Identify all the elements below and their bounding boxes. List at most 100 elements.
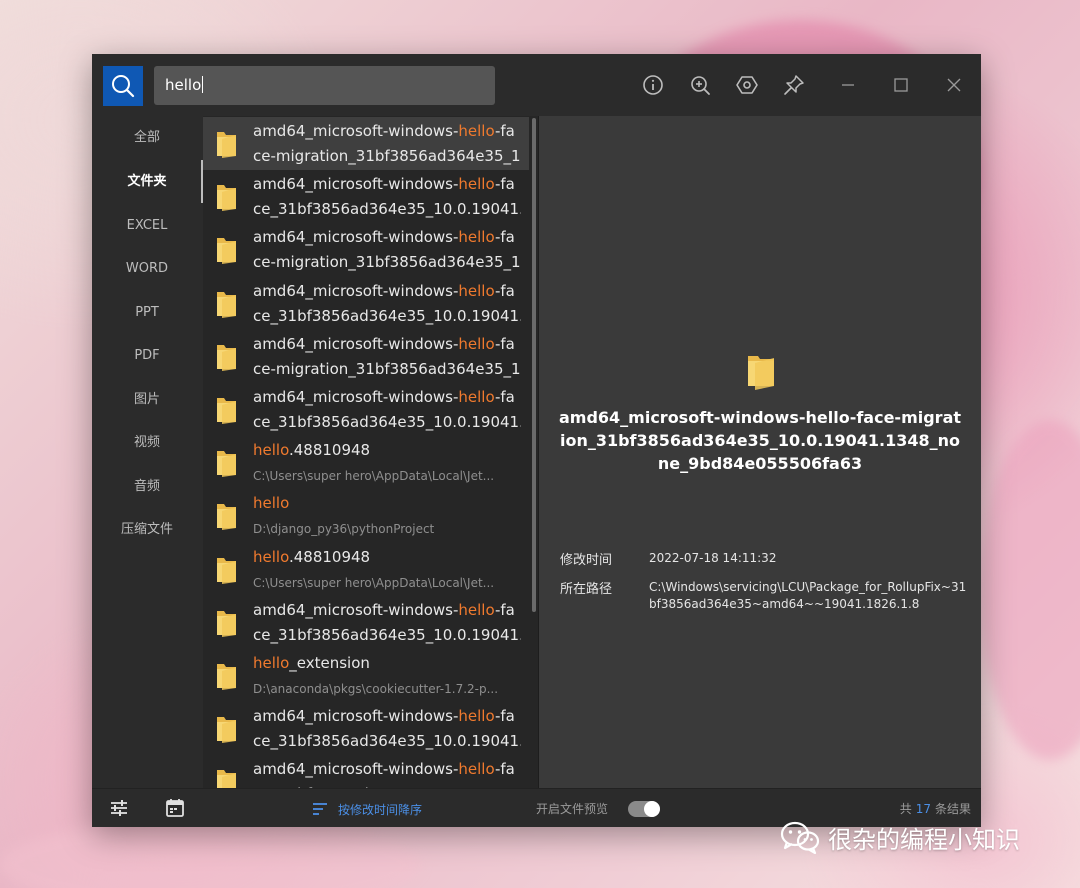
folder-icon [217, 451, 236, 478]
sidebar-item-images[interactable]: 图片 [92, 378, 202, 421]
sidebar-item-archives[interactable]: 压缩文件 [92, 508, 202, 551]
background-blob [980, 420, 1080, 760]
folder-icon [217, 291, 236, 318]
result-name-prefix: amd64_microsoft-windows- [253, 760, 459, 779]
result-item[interactable]: amd64_microsoft-windows-hello-fa ce_31bf3… [203, 277, 529, 330]
result-name: amd64_microsoft-windows-hello-fa [253, 386, 521, 408]
preview-toggle[interactable] [628, 801, 660, 817]
result-name-match: hello [458, 760, 495, 779]
watermark: 很杂的编程小知识 [780, 817, 1020, 857]
preview-file-name: amd64_microsoft-windows-hello-face-migra… [558, 408, 962, 473]
result-name-match: hello [458, 334, 495, 353]
result-name: amd64_microsoft-windows-hello-fa [253, 599, 521, 621]
result-name-match: hello [458, 707, 495, 726]
result-item[interactable]: hello.48810948 C:\Users\super hero\AppDat… [203, 543, 529, 596]
result-item[interactable]: hello D:\django_py36\pythonProject [203, 489, 529, 542]
sidebar-item-audio[interactable]: 音频 [92, 465, 202, 508]
result-name-continued: ce-migration_31bf3856ad364e35_1 [253, 147, 521, 165]
sort-icon [313, 803, 327, 815]
result-item[interactable]: amd64_microsoft-windows-hello-fa ce-migra… [203, 223, 529, 276]
result-name-match: hello [253, 441, 289, 460]
result-name-prefix: amd64_microsoft-windows- [253, 707, 459, 726]
search-button[interactable] [103, 66, 143, 106]
result-name-continued: ce_31bf3856ad364e35_10.0.19041. [253, 625, 521, 644]
modified-time-label: 修改时间 [560, 553, 613, 568]
result-name-prefix: amd64_microsoft-windows- [253, 122, 459, 140]
result-item[interactable]: amd64_microsoft-windows-hello-fa ce-migra… [203, 330, 529, 383]
result-item[interactable]: amd64_microsoft-windows-hello-fa ce_31bf3… [203, 383, 529, 436]
filter-button[interactable] [108, 797, 130, 819]
background-blob [0, 820, 420, 888]
info-button[interactable] [641, 73, 665, 97]
close-button[interactable] [942, 73, 966, 97]
category-sidebar: 全部 文件夹 EXCEL WORD PPT PDF 图片 视频 音频 压缩文件 [92, 116, 203, 788]
sort-button[interactable]: 按修改时间降序 [312, 799, 422, 819]
results-scrollbar[interactable] [529, 116, 538, 788]
result-name-match: hello [253, 494, 290, 513]
sidebar-item-pdf[interactable]: PDF [92, 334, 202, 377]
result-item[interactable]: amd64_microsoft-windows-hello-fa ce-migra… [203, 117, 529, 170]
zoom-button[interactable] [688, 73, 712, 97]
minimize-button[interactable] [836, 73, 860, 97]
result-item[interactable]: hello.48810948 C:\Users\super hero\AppDat… [203, 436, 529, 489]
folder-icon [217, 344, 236, 371]
search-input[interactable]: hello [154, 66, 495, 105]
folder-icon [217, 717, 236, 744]
result-name-suffix: .48810948 [288, 547, 371, 566]
result-name-prefix: amd64_microsoft-windows- [253, 388, 459, 406]
path-label: 所在路径 [560, 582, 613, 597]
result-name-suffix: -fa [494, 228, 515, 247]
result-name: hello.48810948 [253, 439, 521, 461]
sidebar-item-all[interactable]: 全部 [92, 116, 202, 159]
scrollbar-thumb[interactable] [532, 118, 536, 612]
sidebar-item-videos[interactable]: 视频 [92, 421, 202, 464]
result-name: hello_extension [253, 652, 521, 674]
sidebar-item-excel[interactable]: EXCEL [92, 204, 202, 247]
folder-icon [217, 664, 236, 690]
pin-button[interactable] [782, 73, 806, 97]
result-name-continued: ce_31bf3856ad364e35_10.0.19041. [253, 306, 521, 325]
result-name-suffix: -fa [494, 600, 515, 619]
result-name: amd64_microsoft-windows-hello-fa [253, 333, 521, 355]
result-name: amd64_microsoft-windows-hello-fa [253, 280, 521, 302]
search-app-window: hello 全部 文件夹 EXCEL WORD PPT PDF 图片 视频 音频… [92, 54, 981, 827]
calendar-button[interactable] [164, 797, 186, 819]
result-name-continued: ce-migration_31bf3856ad364e35_1 [253, 359, 521, 378]
results-list[interactable]: amd64_microsoft-windows-hello-fa ce-migra… [203, 116, 537, 788]
result-name-suffix: -fa [494, 334, 515, 353]
result-name-continued: ce_31bf3856ad364e35_10.0.19041. [253, 413, 521, 431]
sidebar-item-folders[interactable]: 文件夹 [92, 160, 202, 203]
result-count-number: 17 [915, 802, 931, 816]
folder-icon [217, 398, 236, 424]
result-item[interactable]: amd64_microsoft-windows-hello-fa ce_31bf3… [203, 596, 529, 649]
result-count-suffix: 条结果 [934, 802, 971, 816]
top-bar: hello [92, 54, 981, 116]
result-item[interactable]: amd64_microsoft-windows-hello-face_31bf3… [203, 170, 529, 223]
folder-icon [217, 770, 236, 788]
wechat-logo-icon [780, 821, 820, 854]
result-name: amd64_microsoft-windows-hello-fa [253, 173, 521, 195]
preview-pane: amd64_microsoft-windows-hello-face-migra… [539, 116, 981, 788]
result-name-match: hello [458, 281, 495, 300]
result-item[interactable]: amd64_microsoft-windows-hello-face_31bf3… [203, 702, 529, 755]
sidebar-item-ppt[interactable]: PPT [92, 291, 202, 334]
result-name-suffix: .48810948 [288, 441, 371, 460]
settings-button[interactable] [735, 73, 759, 97]
maximize-button[interactable] [889, 73, 913, 97]
result-name-continued: ce-migration_31bf3856ad364e35_1 [253, 253, 521, 272]
path-value[interactable]: C:\Windows\servicing\LCU\Package_for_Rol… [649, 579, 969, 613]
folder-icon [217, 504, 236, 531]
result-name-match: hello [458, 122, 495, 140]
result-item[interactable]: hello_extension D:\anaconda\pkgs\cookiecu… [203, 649, 529, 702]
close-icon [947, 78, 961, 92]
result-path: C:\Users\super hero\AppData\Local\Jet... [253, 575, 495, 590]
result-name-suffix: _extension [289, 654, 370, 672]
result-name-prefix: amd64_microsoft-windows- [253, 334, 459, 353]
result-name-match: hello [253, 654, 290, 672]
result-count: 共 17 条结果 [900, 800, 971, 817]
sidebar-item-word[interactable]: WORD [92, 247, 202, 290]
result-name: amd64_microsoft-windows-hello-fa [253, 226, 521, 248]
result-path: D:\django_py36\pythonProject [253, 522, 435, 537]
result-item[interactable]: amd64_microsoft-windows-hello-face_31bf3… [203, 755, 529, 788]
folder-icon [217, 610, 236, 637]
